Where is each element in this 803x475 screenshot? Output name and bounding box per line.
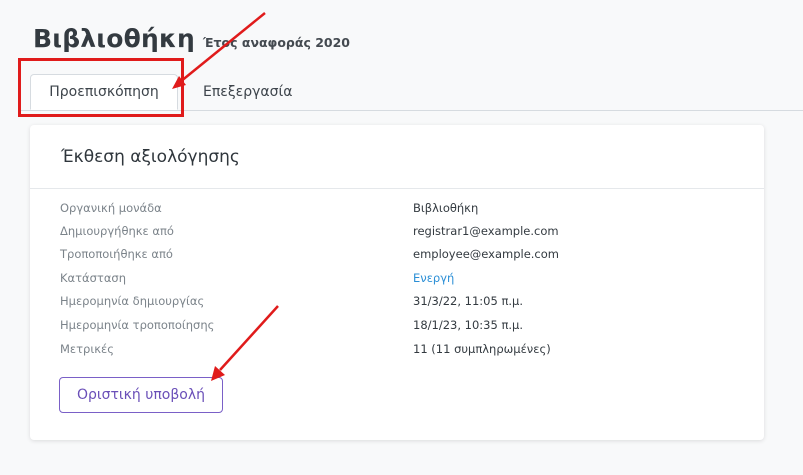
- evaluation-report-card: Έκθεση αξιολόγησης Οργανική μονάδα Βιβλι…: [30, 125, 764, 440]
- tab-edit-label: Επεξεργασία: [203, 84, 293, 100]
- final-submit-button[interactable]: Οριστική υποβολή: [59, 377, 223, 413]
- page-title: Βιβλιοθήκη: [33, 24, 195, 53]
- detail-row-status: Κατάσταση Ενεργή: [60, 271, 744, 291]
- detail-row-metrics: Μετρικές 11 (11 συμπληρωμένες): [60, 342, 744, 362]
- tab-edit[interactable]: Επεξεργασία: [195, 74, 300, 110]
- detail-label: Δημιουργήθηκε από: [60, 224, 174, 238]
- card-divider: [30, 188, 764, 189]
- detail-value: 18/1/23, 10:35 π.μ.: [413, 318, 523, 332]
- detail-value: registrar1@example.com: [413, 224, 559, 238]
- card-title: Έκθεση αξιολόγησης: [61, 147, 240, 167]
- annotation-highlight-box: [18, 58, 184, 117]
- detail-value: 11 (11 συμπληρωμένες): [413, 342, 551, 356]
- reporting-year: Έτος αναφοράς 2020: [202, 35, 351, 50]
- detail-label: Τροποποιήθηκε από: [60, 247, 173, 261]
- detail-value: Βιβλιοθήκη: [413, 201, 479, 215]
- detail-row-modified-date: Ημερομηνία τροποποίησης 18/1/23, 10:35 π…: [60, 318, 744, 338]
- page-header: Βιβλιοθήκη Έτος αναφοράς 2020: [33, 24, 350, 53]
- detail-label: Οργανική μονάδα: [60, 201, 162, 215]
- detail-row-created-date: Ημερομηνία δημιουργίας 31/3/22, 11:05 π.…: [60, 294, 744, 314]
- detail-value: 31/3/22, 11:05 π.μ.: [413, 294, 523, 308]
- detail-label: Ημερομηνία δημιουργίας: [60, 294, 205, 308]
- detail-label: Μετρικές: [60, 342, 114, 356]
- detail-row-modified-by: Τροποποιήθηκε από employee@example.com: [60, 247, 744, 267]
- detail-label: Κατάσταση: [60, 271, 126, 285]
- detail-row-unit: Οργανική μονάδα Βιβλιοθήκη: [60, 201, 744, 221]
- status-value: Ενεργή: [413, 271, 455, 285]
- detail-value: employee@example.com: [413, 247, 559, 261]
- detail-row-created-by: Δημιουργήθηκε από registrar1@example.com: [60, 224, 744, 244]
- detail-label: Ημερομηνία τροποποίησης: [60, 318, 215, 332]
